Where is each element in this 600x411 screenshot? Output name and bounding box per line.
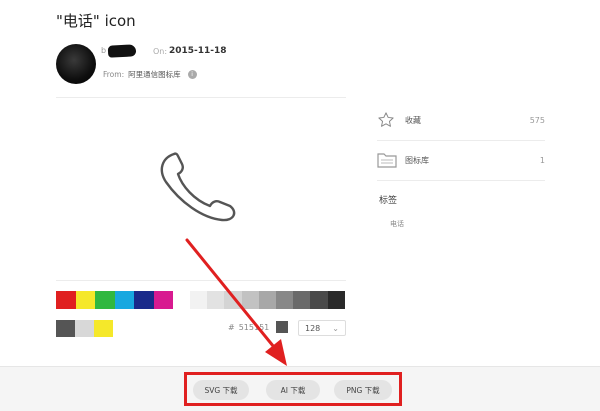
png-download-button[interactable]: PNG 下载 — [334, 380, 392, 400]
phone-icon — [160, 152, 236, 222]
on-label: On: — [153, 47, 168, 56]
current-color-swatch[interactable] — [276, 321, 288, 333]
svg-download-button[interactable]: SVG 下载 — [193, 380, 249, 400]
color-swatch-5[interactable] — [134, 291, 154, 309]
gray-swatch-3[interactable] — [224, 291, 242, 309]
ai-download-button[interactable]: AI 下载 — [266, 380, 320, 400]
recent-swatch-1[interactable] — [56, 320, 75, 337]
size-select[interactable]: 128 ⌄ — [298, 320, 346, 336]
color-swatch-6[interactable] — [153, 291, 173, 309]
author-name-redacted — [107, 44, 137, 58]
gray-swatch-1[interactable] — [190, 291, 208, 309]
folder-icon — [377, 153, 397, 168]
favorite-row[interactable]: 收藏 575 — [377, 110, 545, 130]
color-swatch-2[interactable] — [75, 291, 95, 309]
gray-swatch-5[interactable] — [258, 291, 276, 309]
author-name-prefix: b — [101, 46, 107, 55]
phone-icon-preview — [160, 152, 236, 222]
library-count: 1 — [539, 155, 545, 165]
avatar[interactable] — [56, 44, 96, 84]
tag-item[interactable]: 电话 — [390, 219, 404, 229]
color-swatch-1[interactable] — [56, 291, 76, 309]
color-swatch-4[interactable] — [114, 291, 134, 309]
hex-value: 515151 — [238, 323, 270, 332]
gray-swatch-8[interactable] — [310, 291, 328, 309]
library-link[interactable]: 阿里通信图标库 — [128, 69, 181, 80]
favorite-label: 收藏 — [405, 115, 421, 125]
sidebar-divider-1 — [377, 140, 545, 141]
recent-swatch-2[interactable] — [75, 320, 94, 337]
hex-prefix: # — [228, 323, 235, 332]
info-icon[interactable]: i — [187, 70, 197, 79]
gray-swatch-2[interactable] — [207, 291, 225, 309]
tags-title: 标签 — [379, 196, 398, 206]
gray-swatch-9[interactable] — [327, 291, 345, 309]
from-label: From: — [103, 70, 125, 79]
star-icon — [378, 112, 394, 127]
recent-swatch-3[interactable] — [94, 320, 113, 337]
color-swatch-3[interactable] — [95, 291, 115, 309]
gray-swatch-7[interactable] — [293, 291, 311, 309]
preview-divider — [56, 280, 346, 281]
favorite-count: 575 — [529, 115, 545, 125]
page-title: "电话" icon — [56, 12, 136, 30]
size-value: 128 — [305, 323, 321, 333]
library-row[interactable]: 图标库 1 — [377, 150, 545, 170]
from-row: From: 阿里通信图标库 i — [103, 69, 197, 80]
chevron-down-icon: ⌄ — [332, 323, 339, 333]
hex-input[interactable]: # 515151 — [228, 320, 276, 335]
library-label: 图标库 — [405, 155, 429, 165]
upload-date: 2015-11-18 — [169, 46, 227, 56]
sidebar-divider-2 — [377, 180, 545, 181]
annotation-arrowhead — [265, 339, 287, 366]
gray-swatch-4[interactable] — [241, 291, 259, 309]
header-divider — [56, 97, 346, 98]
gray-swatch-6[interactable] — [276, 291, 294, 309]
